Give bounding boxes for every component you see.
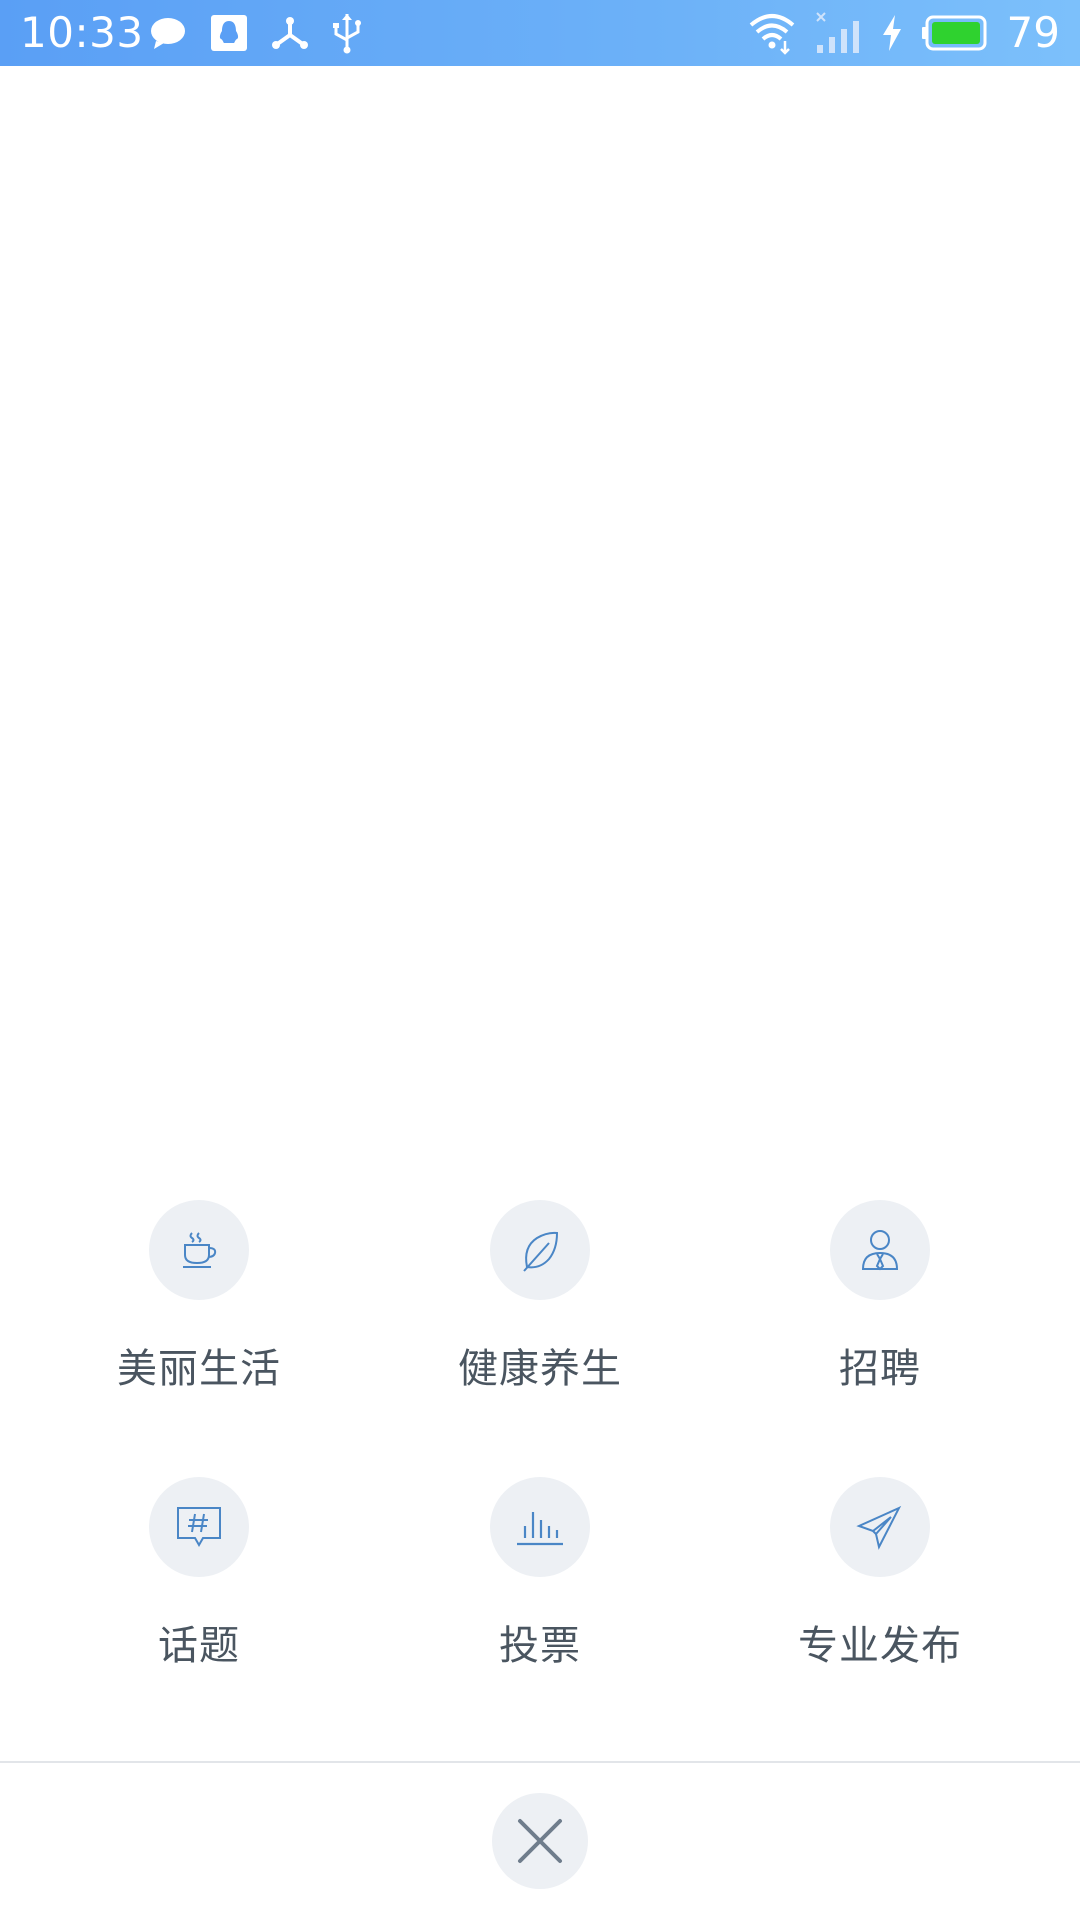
- menu-icon-circle: [830, 1200, 930, 1300]
- paper-plane-icon: [853, 1500, 907, 1554]
- leaf-icon: [515, 1225, 565, 1275]
- wifi-icon: [747, 11, 797, 55]
- menu-item-beautiful-life[interactable]: 美丽生活: [29, 1200, 369, 1440]
- close-button[interactable]: [492, 1793, 588, 1889]
- status-icons-right: 79: [747, 8, 1060, 57]
- chat-bubble-icon: [148, 13, 188, 53]
- menu-item-recruit[interactable]: 招聘: [710, 1200, 1050, 1440]
- menu-icon-circle: [149, 1477, 249, 1577]
- status-time: 10:33: [20, 8, 144, 57]
- cellular-signal-icon: [815, 11, 863, 55]
- usb-icon: [332, 12, 362, 54]
- bar-chart-icon: [513, 1500, 567, 1554]
- menu-item-label: 话题: [158, 1623, 240, 1669]
- battery-icon: [921, 14, 989, 52]
- menu-item-label: 专业发布: [798, 1623, 962, 1669]
- battery-level: 79: [1006, 8, 1060, 57]
- menu-icon-circle: [490, 1477, 590, 1577]
- menu-item-vote[interactable]: 投票: [370, 1477, 710, 1717]
- status-icons-left: [148, 12, 362, 54]
- menu-item-label: 投票: [499, 1623, 581, 1669]
- menu-icon-circle: [490, 1200, 590, 1300]
- menu-icon-circle: [149, 1200, 249, 1300]
- status-bar: 10:33 79: [0, 0, 1080, 66]
- share-nodes-icon: [270, 13, 310, 53]
- menu-item-label: 美丽生活: [117, 1346, 281, 1392]
- menu-item-topic[interactable]: 话题: [29, 1477, 369, 1717]
- charging-bolt-icon: [881, 14, 903, 51]
- close-icon: [512, 1813, 568, 1869]
- menu-icon-circle: [830, 1477, 930, 1577]
- menu-item-health[interactable]: 健康养生: [370, 1200, 710, 1440]
- coffee-cup-icon: [174, 1225, 224, 1275]
- hashtag-bubble-icon: [172, 1500, 226, 1554]
- menu-item-professional-post[interactable]: 专业发布: [710, 1477, 1050, 1717]
- bottom-divider: [0, 1761, 1080, 1763]
- menu-item-label: 招聘: [839, 1346, 921, 1392]
- person-tie-icon: [855, 1225, 905, 1275]
- menu-item-label: 健康养生: [458, 1346, 622, 1392]
- qq-penguin-icon: [210, 14, 248, 52]
